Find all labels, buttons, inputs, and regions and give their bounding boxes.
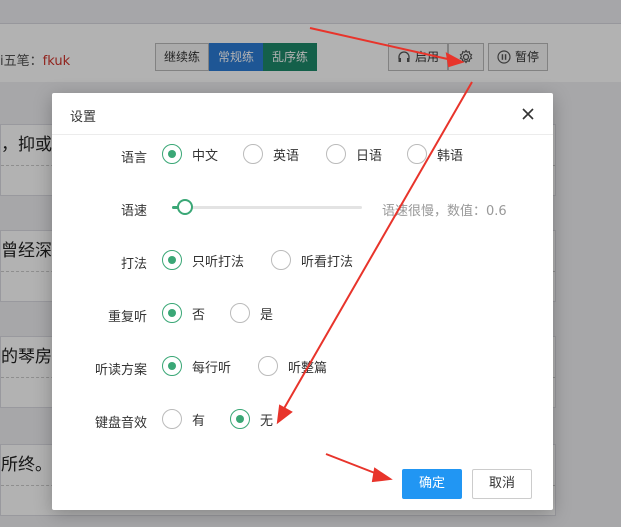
radio-unchecked[interactable]: [258, 356, 278, 376]
confirm-button[interactable]: 确定: [402, 469, 462, 499]
language-option-en[interactable]: 英语: [243, 144, 299, 164]
settings-dialog: 设置 语言 中文 英语 日语 韩语 语速 语速很慢，数值：0.6 打法 只听打法…: [52, 93, 553, 510]
radio-checked[interactable]: [230, 409, 250, 429]
language-option-zh[interactable]: 中文: [162, 144, 218, 164]
radio-checked[interactable]: [162, 303, 182, 323]
radio-unchecked[interactable]: [230, 303, 250, 323]
radio-checked[interactable]: [162, 144, 182, 164]
repeat-row: 重复听 否 是: [52, 303, 553, 327]
keysound-label: 键盘音效: [94, 416, 147, 431]
language-label: 语言: [120, 151, 147, 166]
keysound-row: 键盘音效 有 无: [52, 409, 553, 433]
language-option-ja[interactable]: 日语: [326, 144, 382, 164]
speed-slider-handle[interactable]: [177, 199, 193, 215]
scheme-option-whole[interactable]: 听整篇: [258, 356, 327, 376]
scheme-option-per-line[interactable]: 每行听: [162, 356, 231, 376]
radio-unchecked[interactable]: [326, 144, 346, 164]
style-row: 打法 只听打法 听看打法: [52, 250, 553, 274]
repeat-label: 重复听: [107, 310, 147, 325]
radio-unchecked[interactable]: [271, 250, 291, 270]
repeat-option-yes[interactable]: 是: [230, 303, 273, 323]
style-option-listen-only[interactable]: 只听打法: [162, 250, 244, 270]
cancel-button[interactable]: 取消: [472, 469, 532, 499]
speed-label: 语速: [120, 204, 147, 219]
dialog-header: 设置: [52, 93, 553, 135]
radio-unchecked[interactable]: [162, 409, 182, 429]
keysound-option-on[interactable]: 有: [162, 409, 205, 429]
close-icon: [522, 108, 534, 120]
dialog-title: 设置: [70, 110, 97, 125]
keysound-option-off[interactable]: 无: [230, 409, 273, 429]
scheme-row: 听读方案 每行听 听整篇: [52, 356, 553, 380]
radio-unchecked[interactable]: [407, 144, 427, 164]
language-row: 语言 中文 英语 日语 韩语: [52, 144, 553, 168]
scheme-label: 听读方案: [94, 363, 147, 378]
repeat-option-no[interactable]: 否: [162, 303, 205, 323]
radio-unchecked[interactable]: [243, 144, 263, 164]
speed-slider[interactable]: [172, 199, 362, 215]
speed-info: 语速很慢，数值：0.6: [382, 204, 507, 219]
style-option-listen-look[interactable]: 听看打法: [271, 250, 353, 270]
language-option-ko[interactable]: 韩语: [407, 144, 463, 164]
style-label: 打法: [120, 257, 147, 272]
radio-checked[interactable]: [162, 250, 182, 270]
close-button[interactable]: [519, 105, 537, 123]
radio-checked[interactable]: [162, 356, 182, 376]
